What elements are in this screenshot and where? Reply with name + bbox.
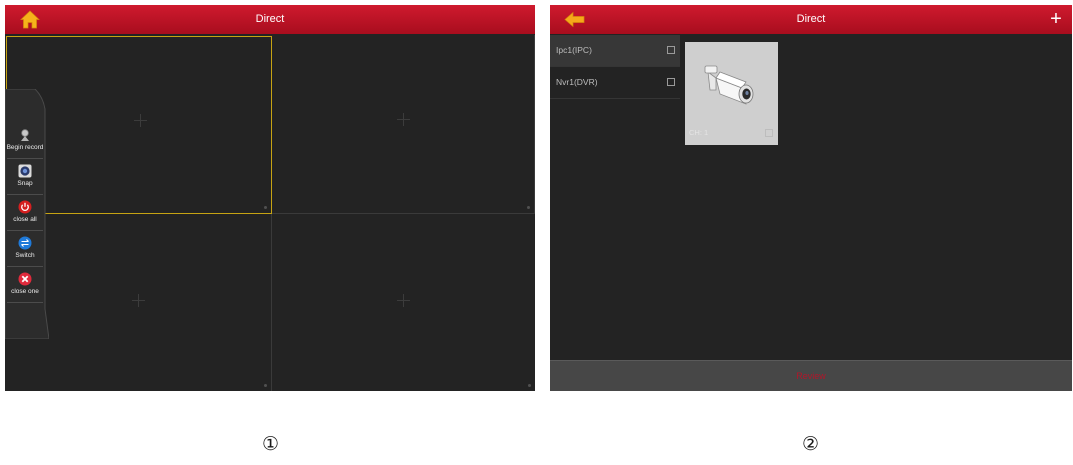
switch-button[interactable]: Switch	[5, 233, 45, 267]
cell-indicator-dot	[528, 384, 531, 387]
switch-label: Switch	[15, 252, 35, 259]
screen-1-caption: ①	[262, 433, 280, 455]
live-view-screen: Direct Begin record Snap close all Switc…	[5, 5, 535, 391]
toolbar-divider	[7, 158, 43, 159]
screen-2-caption: ②	[802, 433, 820, 455]
begin-record-label: Begin record	[6, 144, 44, 151]
toolbar-divider	[7, 230, 43, 231]
device-select-screen: Direct + Ipc1(IPC) Nvr1(DVR) CH: 1 Revie…	[550, 5, 1072, 391]
snap-label: Snap	[17, 180, 33, 187]
device-name: Ipc1(IPC)	[556, 45, 592, 55]
channel-checkbox[interactable]	[765, 129, 773, 137]
begin-record-button[interactable]: Begin record	[5, 125, 45, 159]
add-channel-plus-icon[interactable]	[397, 294, 410, 307]
close-one-label: close one	[11, 288, 39, 295]
review-button[interactable]: Review	[550, 360, 1072, 391]
device-name: Nvr1(DVR)	[556, 77, 598, 87]
cell-indicator-dot	[264, 384, 267, 387]
add-device-button[interactable]: +	[1046, 7, 1066, 31]
close-one-button[interactable]: close one	[5, 269, 45, 303]
cell-indicator-dot	[264, 206, 267, 209]
header-bar: Direct	[5, 5, 535, 34]
close-all-button[interactable]: close all	[5, 197, 45, 231]
device-list: Ipc1(IPC) Nvr1(DVR)	[550, 35, 680, 99]
channel-label: CH: 1	[689, 128, 709, 137]
add-channel-plus-icon[interactable]	[132, 294, 145, 307]
add-channel-plus-icon[interactable]	[134, 114, 147, 127]
snap-icon	[18, 164, 32, 178]
video-cell-2[interactable]	[272, 35, 535, 214]
bullet-camera-icon	[704, 65, 754, 105]
camera-record-icon	[21, 129, 29, 141]
close-all-label: close all	[13, 216, 37, 223]
add-channel-plus-icon[interactable]	[397, 113, 410, 126]
toolbar-divider	[7, 302, 43, 303]
close-icon	[18, 272, 32, 286]
device-checkbox[interactable]	[667, 78, 675, 86]
cell-indicator-dot	[527, 206, 530, 209]
toolbar-divider	[7, 266, 43, 267]
snap-button[interactable]: Snap	[5, 161, 45, 195]
power-icon	[18, 200, 32, 214]
header-title: Direct	[255, 13, 285, 25]
device-item-nvr1[interactable]: Nvr1(DVR)	[550, 67, 680, 99]
device-checkbox[interactable]	[667, 46, 675, 54]
header-title: Direct	[796, 13, 826, 25]
header-bar: Direct +	[550, 5, 1072, 34]
device-item-ipc1[interactable]: Ipc1(IPC)	[550, 35, 680, 67]
video-cell-4[interactable]	[272, 214, 535, 391]
side-toolbar: Begin record Snap close all Switch close…	[5, 89, 49, 339]
toolbar-divider	[7, 194, 43, 195]
channel-card[interactable]: CH: 1	[685, 42, 778, 145]
switch-icon	[18, 236, 32, 250]
